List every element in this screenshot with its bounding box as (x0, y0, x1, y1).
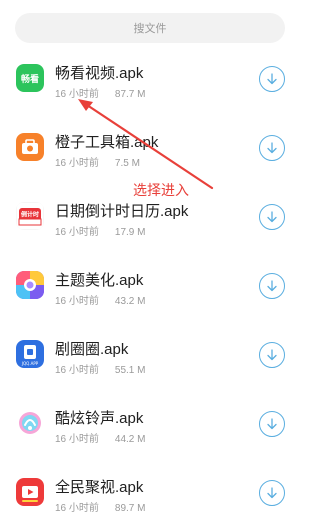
list-item[interactable]: 全民聚视.apk 16 小时前 89.7 M (0, 459, 300, 528)
file-meta: 16 小时前 7.5 M (55, 154, 140, 169)
file-time: 16 小时前 (55, 158, 99, 169)
file-size: 7.5 M (114, 158, 140, 169)
file-size: 44.2 M (114, 434, 146, 445)
file-size: 17.9 M (114, 227, 146, 238)
file-list: 畅看 畅看视频.apk 16 小时前 87.7 M 橙子工具箱.apk 16 小时… (0, 45, 300, 528)
file-time: 16 小时前 (55, 227, 99, 238)
download-button[interactable] (259, 135, 285, 161)
svg-text:JQQ.APP: JQQ.APP (21, 361, 39, 366)
svg-text:倒计时: 倒计时 (20, 211, 39, 219)
file-name: 全民聚视.apk (55, 479, 144, 496)
countdown-calendar-app-icon: 倒计时 (16, 202, 44, 230)
download-button[interactable] (259, 204, 285, 230)
download-arrow-icon (267, 487, 277, 499)
annotation-label: 选择进入 (133, 182, 189, 198)
quanmin-app-icon (16, 478, 44, 506)
list-item[interactable]: JQQ.APP 剧圈圈.apk 16 小时前 55.1 M (0, 321, 300, 390)
file-time: 16 小时前 (55, 434, 99, 445)
list-item[interactable]: 主题美化.apk 16 小时前 43.2 M (0, 252, 300, 321)
file-meta: 16 小时前 87.7 M (55, 85, 145, 100)
svg-text:畅看: 畅看 (21, 73, 39, 85)
list-item[interactable]: 酷炫铃声.apk 16 小时前 44.2 M (0, 390, 300, 459)
file-name: 畅看视频.apk (55, 65, 144, 82)
file-name: 日期倒计时日历.apk (55, 203, 189, 220)
file-meta: 16 小时前 55.1 M (55, 361, 145, 376)
file-size: 43.2 M (114, 296, 146, 307)
file-meta: 16 小时前 89.7 M (55, 499, 145, 514)
list-item[interactable]: 橙子工具箱.apk 16 小时前 7.5 M (0, 114, 300, 183)
download-button[interactable] (259, 66, 285, 92)
file-time: 16 小时前 (55, 503, 99, 514)
file-name: 主题美化.apk (55, 272, 144, 289)
search-placeholder: 搜文件 (133, 23, 167, 35)
download-arrow-icon (267, 142, 277, 154)
search-input[interactable]: 搜文件 (15, 13, 285, 43)
file-time: 16 小时前 (55, 365, 99, 376)
file-time: 16 小时前 (55, 89, 99, 100)
file-size: 87.7 M (114, 89, 146, 100)
download-arrow-icon (267, 211, 277, 223)
file-meta: 16 小时前 44.2 M (55, 430, 145, 445)
download-button[interactable] (259, 273, 285, 299)
file-meta: 16 小时前 43.2 M (55, 292, 145, 307)
theme-app-icon (16, 271, 44, 299)
download-arrow-icon (267, 280, 277, 292)
file-name: 剧圈圈.apk (55, 341, 129, 358)
download-button[interactable] (259, 411, 285, 437)
list-item[interactable]: 畅看 畅看视频.apk 16 小时前 87.7 M (0, 45, 300, 114)
download-button[interactable] (259, 342, 285, 368)
download-button[interactable] (259, 480, 285, 506)
orange-toolbox-app-icon (16, 133, 44, 161)
file-size: 55.1 M (114, 365, 146, 376)
changkan-app-icon: 畅看 (16, 64, 44, 92)
download-arrow-icon (267, 349, 277, 361)
file-meta: 16 小时前 17.9 M (55, 223, 145, 238)
download-arrow-icon (267, 73, 277, 85)
ringtone-app-icon (16, 409, 44, 437)
file-time: 16 小时前 (55, 296, 99, 307)
file-name: 橙子工具箱.apk (55, 134, 159, 151)
file-name: 酷炫铃声.apk (55, 410, 144, 427)
juquanquan-app-icon: JQQ.APP (16, 340, 44, 368)
file-size: 89.7 M (114, 503, 146, 514)
download-arrow-icon (267, 418, 277, 430)
